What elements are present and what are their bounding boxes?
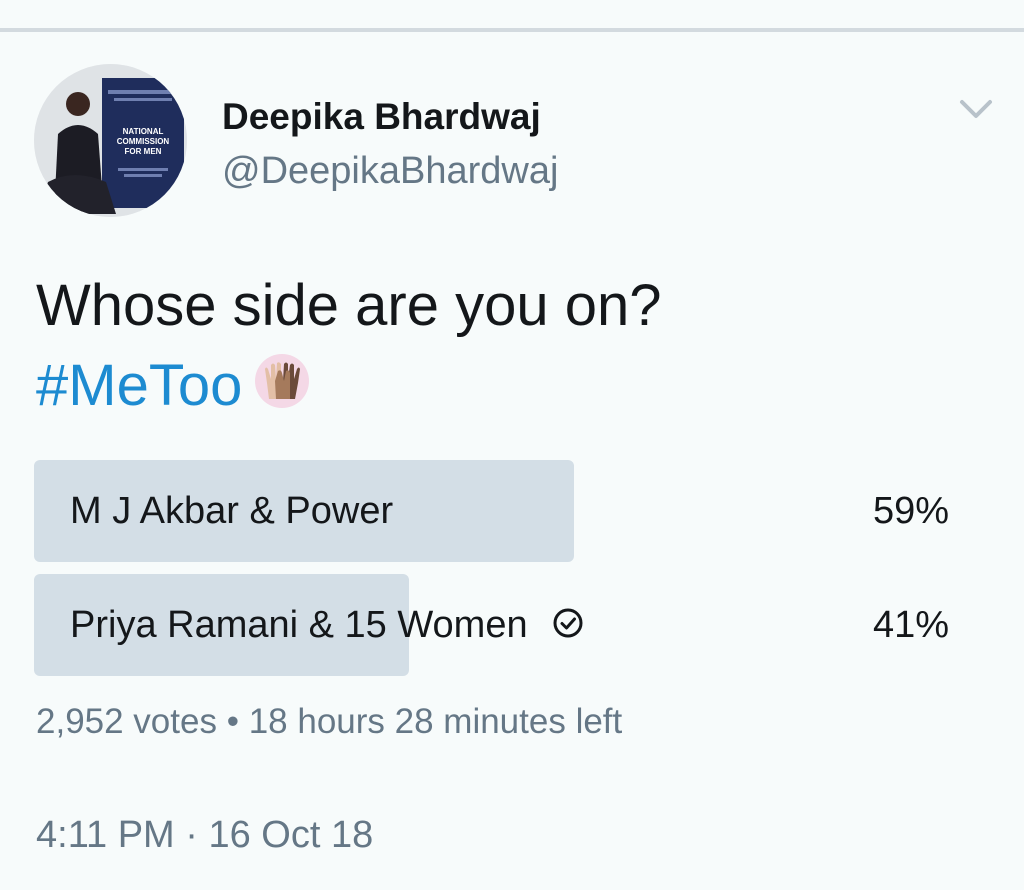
poll-option-1[interactable]: M J Akbar & Power 59% [34,460,949,562]
poll-option-label: M J Akbar & Power [70,490,394,532]
raised-hands-emoji-icon [254,350,310,430]
poll-option-2[interactable]: Priya Ramani & 15 Women 41% [34,574,949,676]
tweet-timestamp[interactable]: 4:11 PM · 16 Oct 18 [36,814,373,857]
tweet-text: Whose side are you on? #MeToo [36,266,661,430]
time-left: 18 hours 28 minutes left [248,702,623,741]
top-divider [0,28,1024,32]
avatar-text-line-1: NATIONAL [123,127,164,136]
meta-separator: • [226,702,239,741]
avatar[interactable]: NATIONAL COMMISSION FOR MEN [34,64,187,217]
tweet-question: Whose side are you on? [36,273,662,338]
poll-option-percent: 59% [872,490,949,532]
chevron-down-icon[interactable] [958,96,994,122]
avatar-text-line-3: FOR MEN [125,147,162,156]
poll-option-percent: 41% [872,604,949,646]
poll-meta: 2,952 votes • 18 hours 28 minutes left [36,702,622,742]
poll-option-label: Priya Ramani & 15 Women [70,604,584,649]
avatar-text-line-2: COMMISSION [117,137,170,146]
hashtag-link[interactable]: #MeToo [36,353,242,418]
check-circle-icon [552,606,584,649]
author-name[interactable]: Deepika Bhardwaj [222,96,541,138]
vote-count: 2,952 votes [36,702,217,741]
poll-option-label-text: Priya Ramani & 15 Women [70,604,528,646]
author-handle[interactable]: @DeepikaBhardwaj [222,150,558,193]
